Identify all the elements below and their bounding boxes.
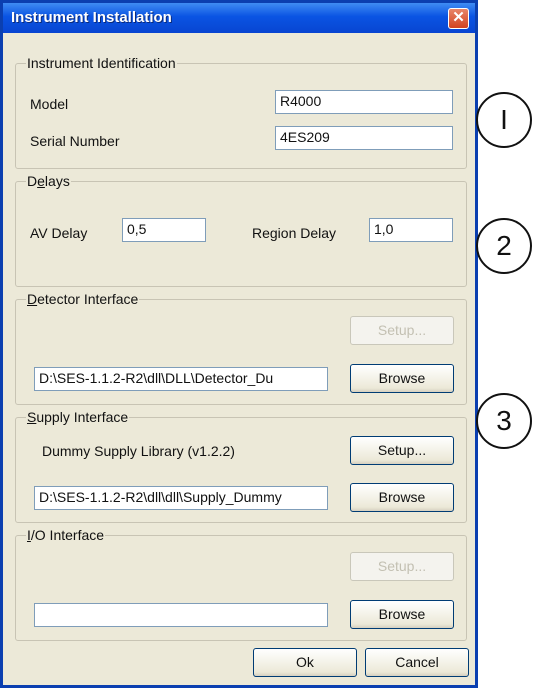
model-label: Model xyxy=(30,96,69,112)
supply-library-text: Dummy Supply Library (v1.2.2) xyxy=(42,443,235,459)
instrument-installation-dialog: Instrument Installation ✕ Instrument Ide… xyxy=(0,0,478,688)
title-bar[interactable]: Instrument Installation ✕ xyxy=(3,3,475,33)
detector-interface-label: Detector Interface xyxy=(26,291,140,307)
av-delay-field[interactable]: 0,5 xyxy=(122,218,206,242)
model-field[interactable]: R4000 xyxy=(275,90,453,114)
supply-interface-group: Supply Interface Dummy Supply Library (v… xyxy=(15,409,467,523)
cancel-button[interactable]: Cancel xyxy=(365,648,469,677)
instrument-identification-group: Instrument Identification Model R4000 Se… xyxy=(15,55,467,169)
supply-browse-button[interactable]: Browse xyxy=(350,483,454,512)
window-title: Instrument Installation xyxy=(11,9,172,26)
supply-path-field[interactable]: D:\SES-1.1.2-R2\dll\dll\Supply_Dummy xyxy=(34,486,328,510)
detector-browse-button[interactable]: Browse xyxy=(350,364,454,393)
io-path-field[interactable] xyxy=(34,603,328,627)
io-interface-label: I/O Interface xyxy=(26,527,106,543)
annotation-marker-3: 3 xyxy=(476,393,532,449)
annotation-marker-1: I xyxy=(476,92,532,148)
io-setup-button[interactable]: Setup... xyxy=(350,552,454,581)
delays-label: Delays xyxy=(26,173,71,189)
detector-interface-group: Detector Interface Setup... D:\SES-1.1.2… xyxy=(15,291,467,405)
instrument-identification-label: Instrument Identification xyxy=(26,55,177,71)
close-icon[interactable]: ✕ xyxy=(448,8,469,29)
supply-interface-label: Supply Interface xyxy=(26,409,130,425)
annotation-marker-2: 2 xyxy=(476,218,532,274)
av-delay-label: AV Delay xyxy=(30,225,88,241)
serial-number-label: Serial Number xyxy=(30,133,120,149)
io-interface-group: I/O Interface Setup... Browse xyxy=(15,527,467,641)
io-browse-button[interactable]: Browse xyxy=(350,600,454,629)
detector-path-field[interactable]: D:\SES-1.1.2-R2\dll\DLL\Detector_Du xyxy=(34,367,328,391)
detector-setup-button[interactable]: Setup... xyxy=(350,316,454,345)
supply-setup-button[interactable]: Setup... xyxy=(350,436,454,465)
region-delay-label: Region Delay xyxy=(252,225,337,241)
delays-group: Delays AV Delay 0,5 Region Delay 1,0 xyxy=(15,173,467,287)
serial-number-field[interactable]: 4ES209 xyxy=(275,126,453,150)
region-delay-field[interactable]: 1,0 xyxy=(369,218,453,242)
ok-button[interactable]: Ok xyxy=(253,648,357,677)
